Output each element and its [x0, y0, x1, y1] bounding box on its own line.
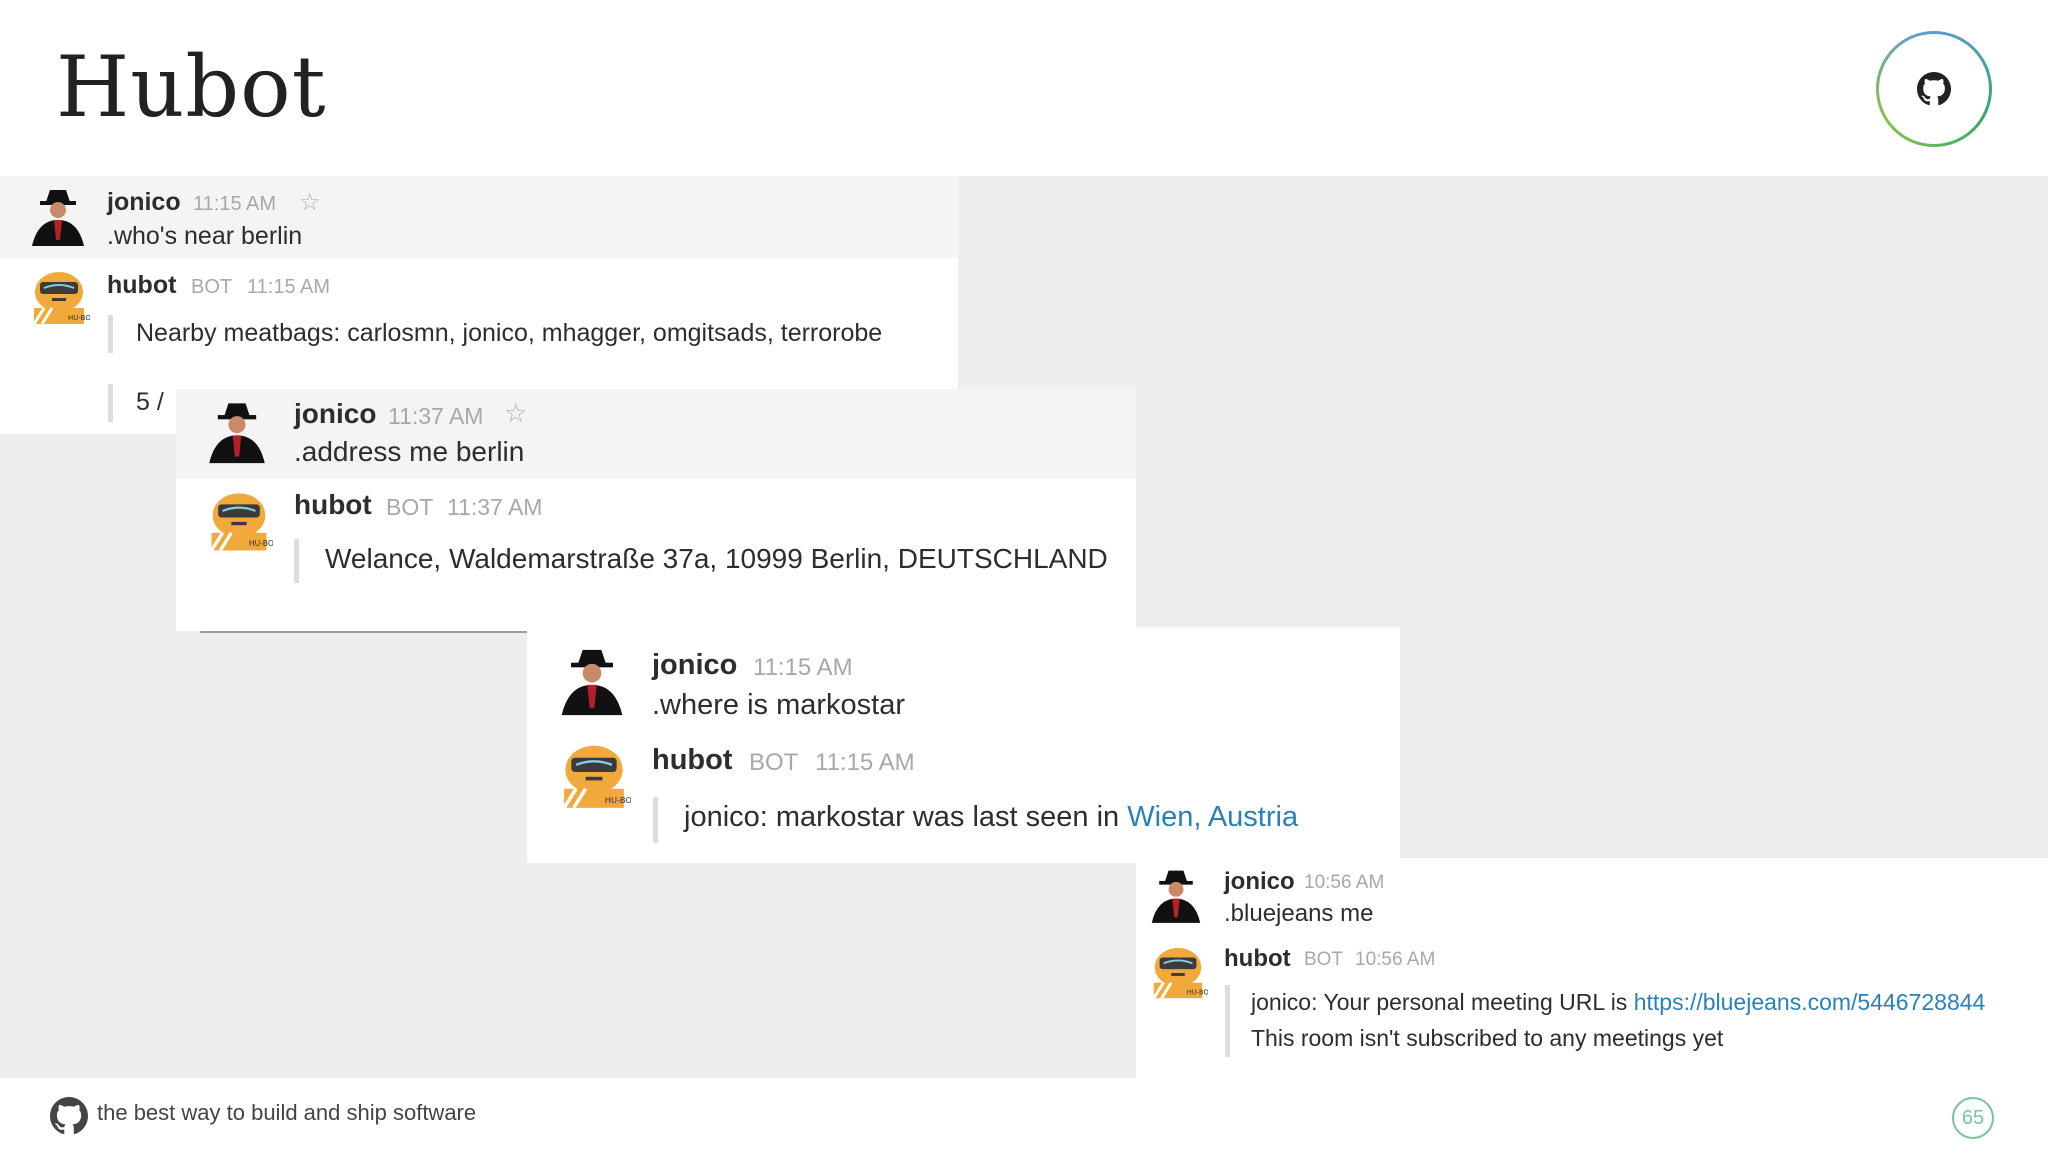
hubot-avatar: HU-BOT: [1152, 947, 1208, 999]
chat-panel-4: jonico 10:56 AM .bluejeans me HU-BOT hub…: [1136, 858, 2048, 1078]
message-text: .who's near berlin: [107, 222, 303, 250]
slide-title: Hubot: [56, 38, 327, 136]
bot-message-line2: This room isn't subscribed to any meetin…: [1251, 1025, 1724, 1051]
user-avatar: [557, 642, 627, 716]
star-icon[interactable]: ☆: [504, 398, 527, 429]
message-text-prefix: jonico: Your personal meeting URL is: [1251, 989, 1634, 1015]
message-timestamp[interactable]: 11:15 AM: [247, 276, 330, 299]
bot-badge: BOT: [749, 749, 799, 776]
message-timestamp[interactable]: 11:15 AM: [193, 193, 276, 216]
user-avatar: [205, 396, 269, 464]
message-author[interactable]: jonico: [294, 398, 376, 430]
message-text: .bluejeans me: [1224, 900, 1374, 927]
svg-text:HU-BOT: HU-BOT: [249, 539, 273, 548]
message-timestamp[interactable]: 10:56 AM: [1355, 949, 1435, 971]
message-timestamp[interactable]: 11:37 AM: [447, 494, 542, 521]
attachment-bar: [653, 797, 658, 843]
svg-text:HU-BOT: HU-BOT: [68, 314, 90, 322]
message-text: .where is markostar: [652, 689, 906, 721]
message-author[interactable]: jonico: [1224, 868, 1295, 896]
message-timestamp[interactable]: 10:56 AM: [1304, 872, 1384, 894]
message-timestamp[interactable]: 11:37 AM: [388, 403, 483, 430]
bot-message-extra: 5 /: [136, 388, 164, 416]
star-icon[interactable]: ☆: [299, 188, 321, 217]
bot-author[interactable]: hubot: [652, 744, 733, 777]
user-avatar: [1148, 865, 1204, 923]
meeting-url-link[interactable]: https://bluejeans.com/5446728844: [1634, 989, 1986, 1015]
location-link[interactable]: Wien, Austria: [1127, 801, 1298, 833]
message-timestamp[interactable]: 11:15 AM: [753, 654, 853, 682]
bot-author[interactable]: hubot: [107, 271, 176, 300]
github-badge: [1876, 31, 1992, 147]
bot-message-text: Welance, Waldemarstraße 37a, 10999 Berli…: [325, 543, 1108, 574]
svg-text:HU-BOT: HU-BOT: [1187, 988, 1208, 996]
hubot-avatar: HU-BOT: [210, 493, 273, 552]
message-author[interactable]: jonico: [107, 188, 181, 217]
svg-text:HU-BOT: HU-BOT: [605, 795, 631, 805]
message-text: .address me berlin: [294, 436, 525, 467]
hubot-avatar: HU-BOT: [32, 272, 90, 325]
chat-panel-2: jonico 11:37 AM ☆ .address me berlin HU-…: [176, 389, 1136, 631]
bot-message-text: jonico: Your personal meeting URL is htt…: [1251, 989, 1985, 1016]
attachment-bar: [294, 539, 299, 583]
message-timestamp[interactable]: 11:15 AM: [815, 749, 915, 777]
bot-badge: BOT: [386, 494, 434, 520]
chat-panel-3: jonico 11:15 AM .where is markostar HU-B…: [527, 627, 1400, 863]
message-author[interactable]: jonico: [652, 649, 737, 682]
github-octocat-icon: [1917, 72, 1951, 106]
attachment-bar: [108, 384, 113, 422]
page-number: 65: [1952, 1097, 1994, 1139]
user-avatar: [28, 184, 88, 246]
bot-author[interactable]: hubot: [1224, 945, 1291, 973]
hubot-avatar: HU-BOT: [562, 745, 631, 809]
bot-message-text: jonico: markostar was last seen in Wien,…: [684, 801, 1298, 834]
message-text-prefix: jonico: markostar was last seen in: [684, 801, 1128, 833]
github-octocat-icon: [50, 1097, 88, 1135]
bot-badge: BOT: [191, 276, 233, 298]
attachment-bar: [108, 315, 113, 353]
bot-message-text: Nearby meatbags: carlosmn, jonico, mhagg…: [136, 319, 883, 347]
divider-line: [200, 631, 530, 633]
bot-author[interactable]: hubot: [294, 489, 372, 521]
footer-tagline: the best way to build and ship software: [97, 1100, 477, 1125]
attachment-bar: [1225, 985, 1230, 1057]
bot-badge: BOT: [1304, 949, 1344, 970]
